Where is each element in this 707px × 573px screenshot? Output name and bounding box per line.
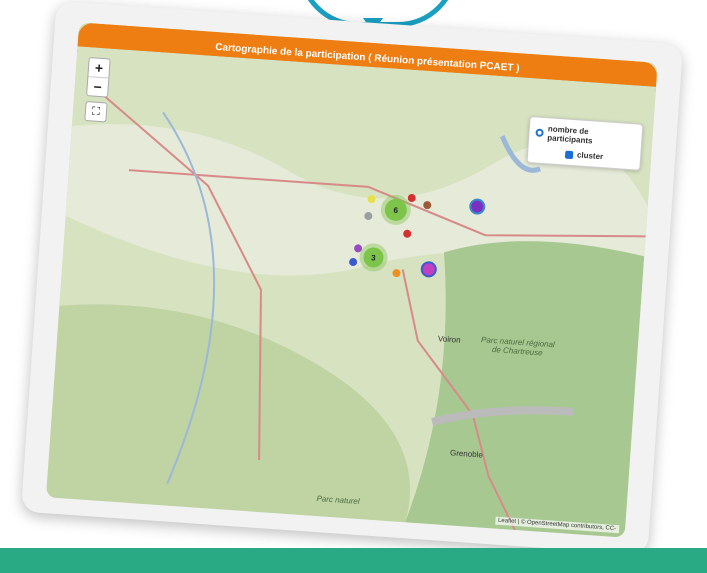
zoom-in-button[interactable]: + xyxy=(88,58,109,77)
layer-control: nombre de participants cluster xyxy=(526,116,644,171)
screenshot-card: Cartographie de la participation ( Réuni… xyxy=(20,0,684,556)
footer-band xyxy=(0,548,707,573)
layer-radio-label: nombre de participants xyxy=(546,124,593,146)
layer-checkbox-label: cluster xyxy=(576,150,604,162)
zoom-control: + − xyxy=(86,57,111,98)
fullscreen-button[interactable]: ⛶ xyxy=(84,100,108,123)
layer-radio-row[interactable]: nombre de participants xyxy=(535,123,636,148)
checkbox-icon[interactable] xyxy=(564,150,574,159)
map-frame: Cartographie de la participation ( Réuni… xyxy=(45,22,658,538)
layer-checkbox-row[interactable]: cluster xyxy=(534,147,634,163)
zoom-out-button[interactable]: − xyxy=(87,76,109,97)
map-label-voiron: Voiron xyxy=(437,334,461,345)
radio-icon[interactable] xyxy=(535,128,544,137)
